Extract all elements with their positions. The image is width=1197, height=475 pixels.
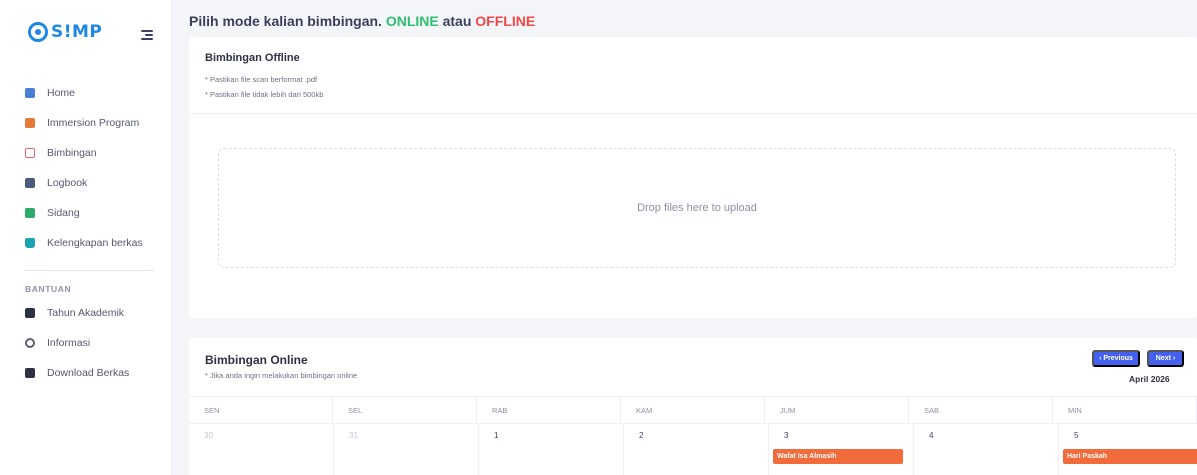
next-month-button[interactable]: Next › <box>1147 350 1184 367</box>
page-title: Pilih mode kalian bimbingan. ONLINE atau… <box>189 13 535 29</box>
sidebar-item-label: Informasi <box>47 337 91 349</box>
day-number: 4 <box>929 431 934 440</box>
sidebar-item-label: Bimbingan <box>47 147 97 159</box>
sidebar-item-informasi[interactable]: Informasi <box>0 328 172 358</box>
calendar-month-label: April 2026 <box>1129 374 1170 384</box>
sidebar-item-tahun-akademik[interactable]: Tahun Akademik <box>0 298 172 328</box>
logo-text: S!MP <box>51 22 103 42</box>
day-number: 5 <box>1074 431 1079 440</box>
file-dropzone[interactable]: Drop files here to upload <box>218 148 1176 268</box>
logo-icon <box>28 22 48 42</box>
online-card-title: Bimbingan Online <box>205 353 308 367</box>
weekday-header: KAM <box>621 397 765 423</box>
weekday-header: SEN <box>189 397 333 423</box>
info-icon <box>25 338 35 348</box>
weekday-header: MIN <box>1053 397 1197 423</box>
weekday-header: RAB <box>477 397 621 423</box>
main-content: Pilih mode kalian bimbingan. ONLINE atau… <box>172 0 1197 475</box>
briefcase-icon <box>25 118 35 128</box>
sidebar-item-label: Kelengkapan berkas <box>47 237 143 249</box>
calendar-day-cell[interactable]: 5 Hari Paskah <box>1059 424 1197 475</box>
calendar-day-cell[interactable]: 1 <box>479 424 624 475</box>
online-card: Bimbingan Online * Jika anda ingin melak… <box>189 338 1197 475</box>
day-number: 31 <box>349 431 358 440</box>
sidebar-item-download-berkas[interactable]: Download Berkas <box>0 358 172 388</box>
sidebar-item-label: Logbook <box>47 177 88 189</box>
page-title-mid: atau <box>442 13 472 29</box>
day-number: 2 <box>639 431 644 440</box>
weekday-header: SAB <box>909 397 1053 423</box>
home-icon <box>25 88 35 98</box>
calendar-event[interactable]: Hari Paskah <box>1063 449 1197 464</box>
sidebar-item-label: Tahun Akademik <box>47 307 125 319</box>
offline-card: Bimbingan Offline * Pastikan file scan b… <box>189 37 1197 318</box>
calendar: SEN SEL RAB KAM JUM SAB MIN 30 31 1 2 3 … <box>189 396 1197 475</box>
weekday-header: SEL <box>333 397 477 423</box>
app-logo[interactable]: S!MP <box>28 22 102 42</box>
calendar-check-icon <box>25 208 35 218</box>
offline-note-format: * Pastikan file scan berformat .pdf <box>205 75 318 84</box>
menu-toggle-icon[interactable] <box>141 30 153 40</box>
lock-icon <box>25 238 35 248</box>
sidebar-item-logbook[interactable]: Logbook <box>0 168 172 198</box>
page-title-offline: OFFLINE <box>475 13 536 29</box>
day-number: 1 <box>494 431 499 440</box>
calendar-dark-icon <box>25 308 35 318</box>
weekday-header: JUM <box>765 397 909 423</box>
online-note: * Jika anda ingin melakukan bimbingan on… <box>205 371 358 380</box>
sidebar-section-label: BANTUAN <box>25 284 72 294</box>
calendar-day-cell[interactable]: 31 <box>334 424 479 475</box>
sidebar-item-label: Home <box>47 87 76 99</box>
calendar-header: SEN SEL RAB KAM JUM SAB MIN <box>189 396 1197 424</box>
sidebar-item-label: Sidang <box>47 207 80 219</box>
sidebar-item-immersion-program[interactable]: Immersion Program <box>0 108 172 138</box>
calendar-day-cell[interactable]: 4 <box>914 424 1059 475</box>
calendar-icon <box>25 148 35 158</box>
card-divider <box>189 113 1197 114</box>
dropzone-text: Drop files here to upload <box>637 202 757 214</box>
calendar-day-cell[interactable]: 30 <box>189 424 334 475</box>
sidebar-item-sidang[interactable]: Sidang <box>0 198 172 228</box>
offline-note-size: * Pastikan file tidak lebih dari 500kb <box>205 90 324 99</box>
sidebar-item-label: Immersion Program <box>47 117 140 129</box>
sidebar-item-home[interactable]: Home <box>0 78 172 108</box>
calendar-week-row: 30 31 1 2 3 Wafat Isa Almasih 4 5 Hari P… <box>189 424 1197 475</box>
calendar-day-cell[interactable]: 2 <box>624 424 769 475</box>
page-title-online: ONLINE <box>385 13 439 29</box>
previous-month-button[interactable]: ‹ Previous <box>1092 350 1140 367</box>
download-icon <box>25 368 35 378</box>
calendar-event[interactable]: Wafat Isa Almasih <box>773 449 903 464</box>
sidebar-divider <box>24 270 154 271</box>
day-number: 30 <box>204 431 213 440</box>
day-number: 3 <box>784 431 789 440</box>
sidebar-nav: Home Immersion Program Bimbingan Logbook… <box>0 78 172 388</box>
sidebar-item-label: Download Berkas <box>47 367 130 379</box>
book-icon <box>25 178 35 188</box>
page-title-prefix: Pilih mode kalian bimbingan. <box>189 13 382 29</box>
sidebar-item-bimbingan[interactable]: Bimbingan <box>0 138 172 168</box>
sidebar: S!MP Home Immersion Program Bimbingan Lo… <box>0 0 172 475</box>
calendar-day-cell[interactable]: 3 Wafat Isa Almasih <box>769 424 914 475</box>
sidebar-item-kelengkapan-berkas[interactable]: Kelengkapan berkas <box>0 228 172 258</box>
offline-card-title: Bimbingan Offline <box>205 52 300 64</box>
